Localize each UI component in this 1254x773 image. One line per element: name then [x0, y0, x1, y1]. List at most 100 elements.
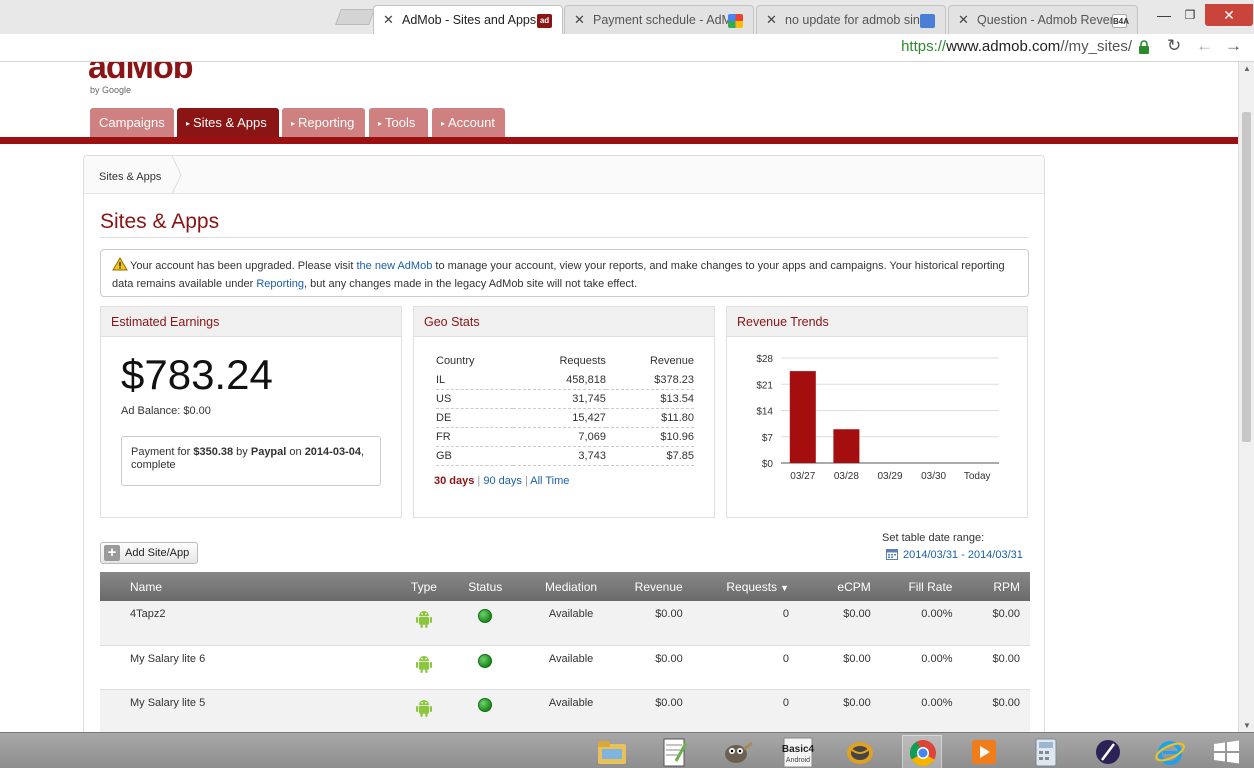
col-mediation[interactable]: Mediation	[518, 572, 624, 601]
close-icon[interactable]: ✕	[958, 12, 969, 28]
back-icon[interactable]: ←	[1196, 36, 1213, 56]
sublime-icon[interactable]	[840, 735, 880, 769]
forward-icon[interactable]: →	[1225, 36, 1242, 56]
app-mediation[interactable]: Available	[518, 601, 624, 646]
browser-tab-payment[interactable]: ✕ Payment schedule - AdMob	[564, 5, 754, 34]
windows-start-icon[interactable]	[1206, 735, 1246, 769]
browser-tab-admob[interactable]: ✕ AdMob - Sites and Apps ad	[373, 5, 563, 34]
scroll-up-icon[interactable]: ▲	[1242, 64, 1252, 73]
reporting-link[interactable]: Reporting	[256, 278, 304, 290]
chart-y-tick-label: $7	[762, 433, 774, 444]
scrollbar-thumb[interactable]	[1242, 112, 1251, 442]
geo-requests: 3,743	[513, 446, 606, 466]
chart-bar[interactable]	[833, 429, 860, 463]
app-name[interactable]: My Salary lite 5	[100, 689, 397, 732]
date-range-picker[interactable]: 2014/03/31 - 2014/03/31	[886, 548, 1023, 561]
url-text[interactable]: https://www.admob.com//my_sites/	[901, 38, 1132, 55]
file-explorer-icon[interactable]	[592, 735, 632, 769]
url-host: www.admob.com	[946, 38, 1061, 55]
close-icon[interactable]: ✕	[574, 12, 585, 28]
page-viewport: adMob by Google Campaigns ▸ Sites & Apps …	[0, 62, 1238, 732]
app-name[interactable]: My Salary lite 6	[100, 645, 397, 690]
nav-tab-reporting[interactable]: ▸ Reporting	[282, 108, 365, 138]
chart-x-tick-label: Today	[964, 471, 991, 482]
geo-requests: 7,069	[513, 427, 606, 447]
chrome-icon[interactable]	[902, 735, 942, 769]
nav-tab-account[interactable]: ▸ Account	[432, 108, 505, 138]
breadcrumb-item-sites-apps[interactable]: Sites & Apps	[99, 171, 161, 183]
caret-right-icon: ▸	[186, 119, 191, 128]
table-row[interactable]: My Salary lite 6 Available $0.00 0 $0.00…	[100, 645, 1030, 690]
chart-y-axis: $0 $7 $14 $21 $28	[756, 354, 773, 470]
col-status[interactable]: Status	[451, 572, 519, 601]
page-scrollbar[interactable]: ▲ ▼	[1238, 62, 1254, 732]
window-close-icon[interactable]: ✕	[1205, 4, 1253, 26]
browser-tab-no-update[interactable]: ✕ no update for admob since	[756, 5, 946, 34]
calculator-icon[interactable]	[1026, 735, 1066, 769]
app-type	[396, 601, 452, 646]
earnings-panel: Estimated Earnings $783.24 Ad Balance: $…	[100, 306, 402, 518]
scroll-down-icon[interactable]: ▼	[1242, 721, 1252, 730]
close-icon[interactable]: ✕	[383, 12, 394, 28]
table-row[interactable]: 4Tapz2 Available $0.00 0 $0.00 0.00% $0.…	[100, 601, 1030, 646]
nav-tab-campaigns[interactable]: Campaigns	[90, 108, 174, 138]
revenue-trends-panel: Revenue Trends $0 $7 $14 $21 $28 03/27 03/28 0…	[726, 306, 1028, 518]
app-rpm: $0.00	[962, 601, 1030, 646]
date-range-label: Set table date range:	[882, 532, 985, 544]
gimp-icon[interactable]	[716, 735, 756, 769]
app-requests: 0	[692, 601, 799, 646]
nav-tab-sites-apps[interactable]: ▸ Sites & Apps	[177, 108, 279, 138]
apps-table: Name Type Status Mediation Revenue Reque…	[100, 572, 1030, 732]
geo-revenue: $7.85	[605, 446, 694, 466]
app-name[interactable]: 4Tapz2	[100, 601, 397, 646]
caret-right-icon: ▸	[291, 119, 296, 128]
col-fill-rate[interactable]: Fill Rate	[880, 572, 963, 601]
col-type[interactable]: Type	[396, 572, 452, 601]
add-site-app-button[interactable]: + Add Site/App	[100, 542, 199, 564]
android-icon	[415, 699, 432, 717]
minimize-icon[interactable]: —	[1152, 4, 1176, 26]
geo-range-selector: 30 days | 90 days | All Time	[434, 475, 569, 487]
range-30-days[interactable]: 30 days	[434, 475, 474, 487]
new-admob-link[interactable]: the new AdMob	[356, 260, 432, 272]
nav-tab-label: Tools	[385, 115, 416, 130]
revenue-chart: $0 $7 $14 $21 $28 03/27 03/28 03/29 03/30 Today	[756, 354, 999, 482]
caret-right-icon: ▸	[441, 119, 446, 128]
media-player-icon[interactable]	[964, 735, 1004, 769]
browser-tab-question[interactable]: ✕ Question - Admob Revenue B4A	[948, 5, 1138, 34]
col-rpm[interactable]: RPM	[962, 572, 1030, 601]
restore-icon[interactable]: ❐	[1178, 4, 1202, 26]
internet-explorer-icon[interactable]	[1150, 735, 1190, 769]
close-icon[interactable]: ✕	[766, 12, 777, 28]
nav-tab-tools[interactable]: ▸ Tools	[369, 108, 428, 138]
app-mediation[interactable]: Available	[518, 689, 624, 732]
col-revenue[interactable]: Revenue	[623, 572, 693, 601]
admob-logo[interactable]: adMob	[88, 62, 194, 87]
basic4android-icon[interactable]: Basic4 Android	[778, 735, 818, 769]
eclipse-icon[interactable]	[1088, 735, 1128, 769]
chart-bar[interactable]	[789, 371, 816, 463]
reload-icon[interactable]: ↻	[1167, 36, 1181, 56]
app-mediation[interactable]: Available	[518, 645, 624, 690]
app-requests: 0	[692, 645, 799, 690]
table-row[interactable]: My Salary lite 5 Available $0.00 0 $0.00…	[100, 689, 1030, 732]
google-icon	[728, 14, 743, 28]
nav-tab-label: Sites & Apps	[193, 115, 267, 130]
col-name[interactable]: Name	[100, 572, 397, 601]
geo-revenue: $11.80	[605, 408, 694, 428]
breadcrumb: Sites & Apps	[84, 156, 1044, 194]
col-ecpm[interactable]: eCPM	[798, 572, 881, 601]
address-bar[interactable]: https://www.admob.com//my_sites/	[0, 34, 1254, 62]
payment-date: 2014-03-04	[304, 446, 361, 458]
nav-tab-label: Account	[448, 115, 495, 130]
chart-bars	[789, 371, 860, 463]
sort-desc-icon: ▼	[780, 582, 789, 593]
range-all-time[interactable]: All Time	[530, 475, 569, 487]
range-separator: |	[474, 475, 484, 487]
range-90-days[interactable]: 90 days	[483, 475, 522, 487]
notepad-plus-icon[interactable]	[654, 735, 694, 769]
panel-title: Estimated Earnings	[101, 307, 401, 337]
app-revenue: $0.00	[623, 645, 693, 690]
new-tab-button[interactable]	[335, 9, 375, 25]
col-requests[interactable]: Requests ▼	[692, 572, 799, 601]
